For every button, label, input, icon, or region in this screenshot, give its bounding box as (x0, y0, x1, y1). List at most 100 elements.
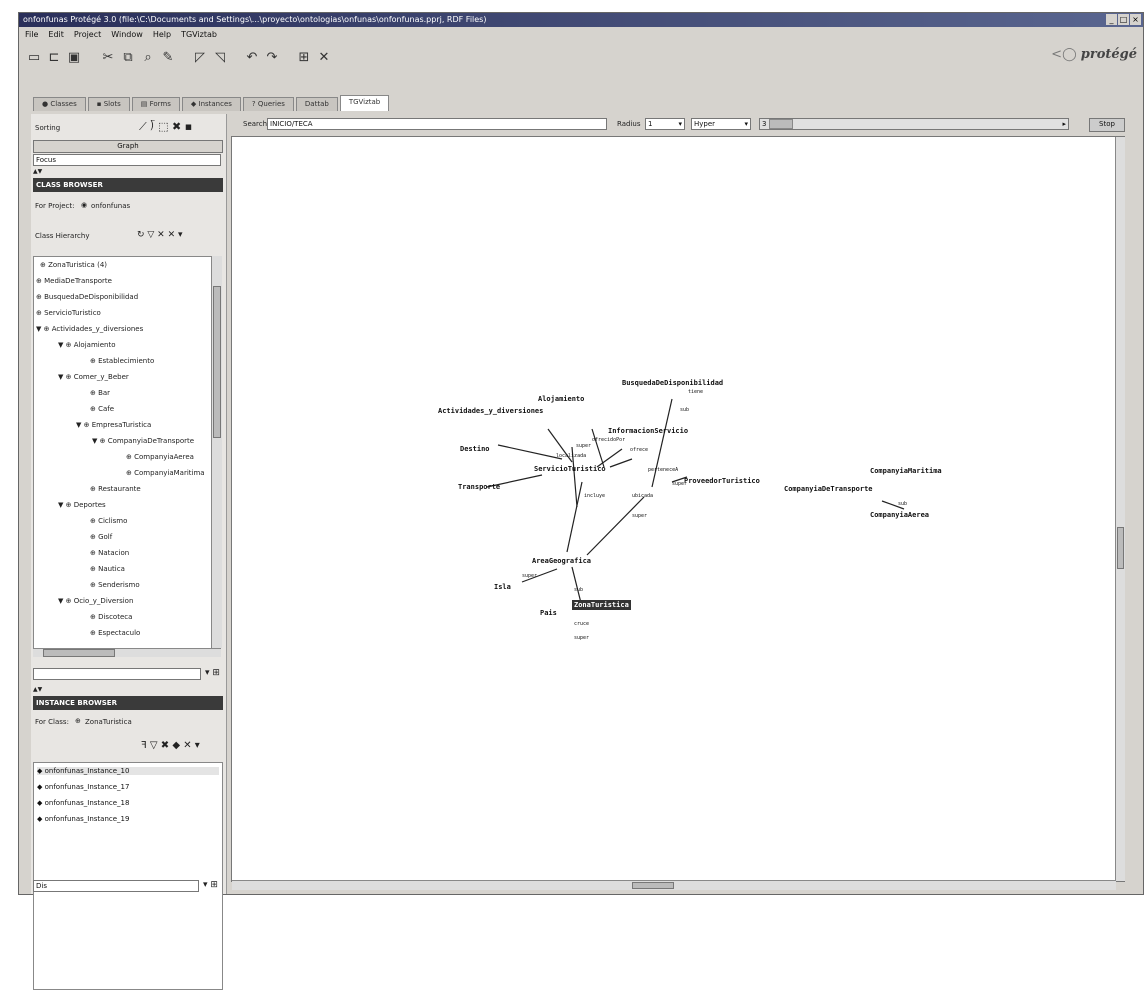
tree-item[interactable]: ▼ ⊕ CompanyiaDeTransporte (92, 437, 194, 445)
undo-icon[interactable]: ↶ (245, 51, 259, 65)
create-class-icon[interactable]: ◸ (193, 51, 207, 65)
tree-item[interactable]: ▼ ⊕ Ocio_y_Diversion (58, 597, 133, 605)
tree-item[interactable]: ⊕ Senderismo (90, 581, 140, 589)
tab-slots[interactable]: ▪ Slots (87, 97, 130, 111)
graph-node[interactable]: AreaGeografica (532, 557, 591, 565)
graph-node[interactable]: CompanyiaAerea (870, 511, 929, 519)
class-tree-scrollbar[interactable] (211, 256, 222, 648)
tab-tgviztab[interactable]: TGViztab (339, 95, 390, 111)
cut-icon[interactable]: ✂ (101, 51, 115, 65)
list-item[interactable]: ◆ onfonfunas_Instance_19 (37, 815, 129, 823)
configure-icon[interactable]: ⊞ (297, 51, 311, 65)
splitter-icon[interactable]: ▲▼ (33, 168, 42, 175)
tree-item[interactable]: ⊕ Bar (90, 389, 110, 397)
graph-node[interactable]: BusquedaDeDisponibilidad (622, 379, 723, 387)
tree-item[interactable]: ▼ ⊕ Actividades_y_diversiones (36, 325, 143, 333)
save-project-icon[interactable]: ▣ (67, 51, 81, 65)
menu-tgviztab[interactable]: TGViztab (181, 28, 217, 42)
tree-item[interactable]: ⊕ Cafe (90, 405, 114, 413)
scroll-thumb[interactable] (213, 286, 221, 438)
graph-node[interactable]: Transporte (458, 483, 500, 491)
tree-item[interactable]: ⊕ CompanyiaMaritima (126, 469, 205, 477)
menu-project[interactable]: Project (74, 28, 101, 42)
edge-label: sub (680, 407, 690, 413)
close-icon[interactable]: × (1130, 14, 1141, 25)
redo-icon[interactable]: ↷ (265, 51, 279, 65)
menu-edit[interactable]: Edit (48, 28, 64, 42)
graph-view-button[interactable]: Graph (33, 140, 223, 153)
scroll-thumb[interactable] (1117, 527, 1124, 569)
tree-item[interactable]: ▼ ⊕ Deportes (58, 501, 106, 509)
tab-forms[interactable]: ▤ Forms (131, 97, 180, 111)
graph-tool-icons[interactable]: ⟋ ⟌ ⬚ ✖ ▪ (139, 120, 192, 134)
tree-item[interactable]: ⊕ ServicioTuristico (36, 309, 101, 317)
graph-node[interactable]: ProveedorTuristico (684, 477, 760, 485)
tree-item[interactable]: ▼ ⊕ EmpresaTuristica (76, 421, 151, 429)
hscroll-thumb[interactable] (632, 882, 674, 889)
tree-item[interactable]: ▼ ⊕ Alojamiento (58, 341, 116, 349)
list-item[interactable]: ◆ onfonfunas_Instance_17 (37, 783, 129, 791)
class-tree-hscrollbar[interactable] (33, 648, 221, 657)
tree-item[interactable]: ⊕ Restaurante (90, 485, 141, 493)
graph-canvas[interactable]: BusquedaDeDisponibilidad Alojamiento Act… (231, 136, 1125, 882)
search-options-icons[interactable]: ▾ ⊞ (205, 668, 220, 678)
list-item[interactable]: ◆ onfonfunas_Instance_18 (37, 799, 129, 807)
graph-node[interactable]: Actividades_y_diversiones (438, 407, 543, 415)
tree-item[interactable]: ⊕ ZonaTuristica (4) (40, 261, 107, 269)
tree-item[interactable]: ⊕ Nautica (90, 565, 125, 573)
graph-node[interactable]: Destino (460, 445, 490, 453)
radius-select[interactable]: 1 ▾ (645, 118, 685, 130)
graph-node[interactable]: InformacionServicio (608, 427, 688, 435)
splitter-icon[interactable]: ▲▼ (33, 686, 42, 693)
tree-item[interactable]: ⊕ CompanyiaAerea (126, 453, 194, 461)
menu-help[interactable]: Help (153, 28, 171, 42)
graph-node[interactable]: Pais (540, 609, 557, 617)
tab-instances[interactable]: ◆ Instances (181, 97, 241, 111)
hscroll-thumb[interactable] (43, 649, 115, 657)
tab-queries[interactable]: ? Queries (242, 97, 294, 111)
open-project-icon[interactable]: ⊏ (47, 51, 61, 65)
hyper-select[interactable]: Hyper ▾ (691, 118, 751, 130)
tree-item[interactable]: ⊕ MediaDeTransporte (36, 277, 112, 285)
instance-search-field[interactable]: Dis (33, 880, 199, 892)
tree-item[interactable]: ⊕ BusquedaDeDisponibilidad (36, 293, 138, 301)
graph-node-selected[interactable]: ZonaTuristica (572, 600, 631, 610)
tree-item[interactable]: ⊕ Ciclismo (90, 517, 127, 525)
menu-file[interactable]: File (25, 28, 38, 42)
tree-item[interactable]: ⊕ Establecimiento (90, 357, 154, 365)
graph-node[interactable]: ServicioTuristico (534, 465, 606, 473)
tree-item[interactable]: ⊕ Discoteca (90, 613, 132, 621)
minimize-icon[interactable]: _ (1106, 14, 1117, 25)
edit-icon[interactable]: ✎ (161, 51, 175, 65)
tree-item-label: ServicioTuristico (44, 309, 101, 317)
filter-field[interactable]: Focus (33, 154, 221, 166)
new-project-icon[interactable]: ▭ (27, 51, 41, 65)
tree-item[interactable]: ⊕ Natacion (90, 549, 129, 557)
copy-icon[interactable]: ⧉ (121, 51, 135, 65)
graph-vscrollbar[interactable] (1115, 137, 1125, 881)
find-icon[interactable]: ⌕ (141, 51, 155, 65)
edge-label: ofrecidoPor (592, 437, 626, 443)
graph-search-input[interactable]: INICIO/TECA (267, 118, 607, 130)
instance-tool-icons[interactable]: ꟻ ▽ ✖ ◆ ✕ ▾ (141, 740, 200, 751)
menu-window[interactable]: Window (111, 28, 143, 42)
stop-button[interactable]: Stop (1089, 118, 1125, 132)
zoom-slider[interactable]: 3 ▸ (759, 118, 1069, 130)
tree-item[interactable]: ⊕ Golf (90, 533, 112, 541)
tree-item[interactable]: ▼ ⊕ Comer_y_Beber (58, 373, 129, 381)
list-item[interactable]: ◆ onfonfunas_Instance_10 (37, 767, 219, 775)
tab-dattab[interactable]: Dattab (295, 97, 338, 111)
instance-search-options-icons[interactable]: ▾ ⊞ (203, 880, 218, 890)
tree-item[interactable]: ⊕ Espectaculo (90, 629, 140, 637)
hierarchy-tool-icons[interactable]: ↻ ▽ ✕ ✕ ▾ (137, 230, 183, 240)
graph-node[interactable]: CompanyiaDeTransporte (784, 485, 873, 493)
class-search-field[interactable] (33, 668, 201, 680)
tab-classes[interactable]: ● Classes (33, 97, 86, 111)
graph-hscrollbar[interactable] (232, 880, 1116, 890)
create-subclass-icon[interactable]: ◹ (213, 51, 227, 65)
graph-node[interactable]: CompanyiaMaritima (870, 467, 942, 475)
maximize-icon[interactable]: □ (1118, 14, 1129, 25)
graph-node[interactable]: Isla (494, 583, 511, 591)
graph-node[interactable]: Alojamiento (538, 395, 584, 403)
delete-icon[interactable]: ✕ (317, 51, 331, 65)
